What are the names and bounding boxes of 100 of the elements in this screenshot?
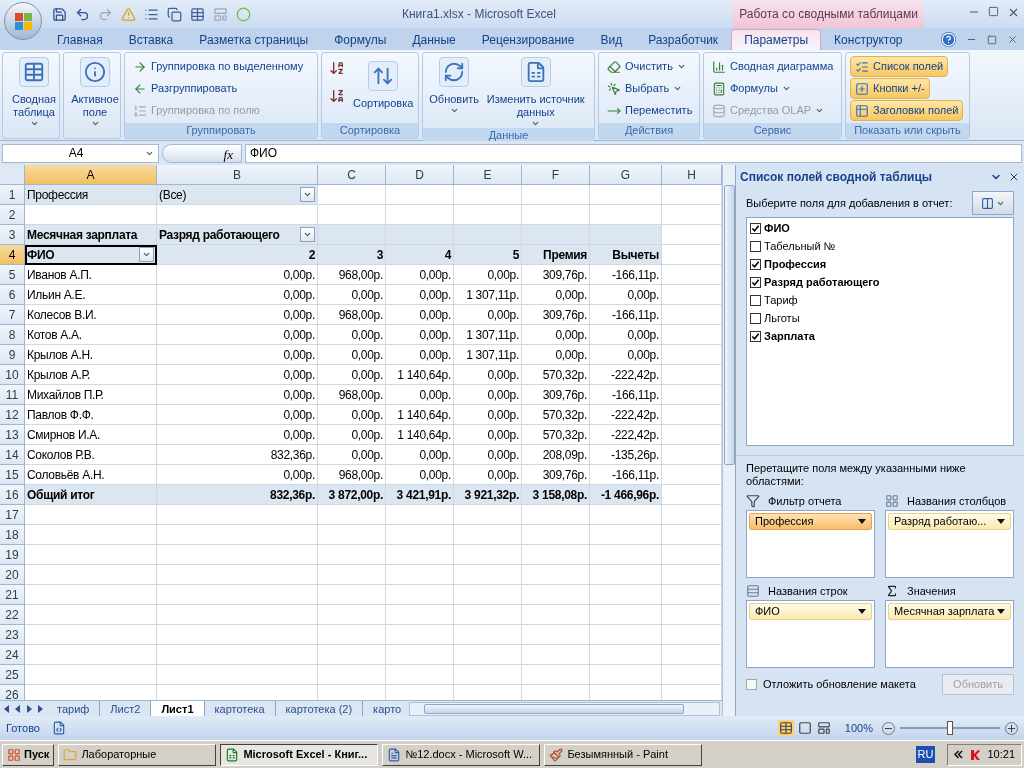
ribbon-button[interactable]: Разгруппировать [129, 78, 242, 99]
taskbar-button[interactable]: Безымянный - Paint [544, 743, 703, 766]
restore-icon[interactable] [987, 34, 997, 45]
toggle-button[interactable]: Кнопки +/- [850, 78, 930, 99]
double-chevron-icon[interactable] [954, 750, 964, 759]
field-chip[interactable]: ФИО [749, 603, 872, 620]
ribbon-button[interactable]: Очистить [603, 56, 690, 77]
row-header[interactable]: 11 [0, 385, 25, 405]
ribbon-button[interactable]: Активное поле [68, 53, 122, 128]
field-item[interactable]: Разряд работающего [750, 273, 1010, 291]
maximize-icon[interactable] [988, 6, 999, 17]
row-header[interactable]: 1 [0, 185, 25, 205]
column-header[interactable]: G [590, 165, 662, 185]
drop-area[interactable]: Профессия [746, 510, 875, 578]
ribbon-tab[interactable]: Данные [399, 29, 469, 50]
row-header[interactable]: 16 [0, 485, 25, 505]
field-item[interactable]: Профессия [750, 255, 1010, 273]
field-chip[interactable]: Разряд работаю... [888, 513, 1011, 530]
ribbon-tab[interactable]: Разметка страницы [186, 29, 322, 50]
page-break-icon[interactable] [815, 720, 832, 736]
ribbon-tab[interactable]: Вставка [115, 29, 187, 50]
vertical-scrollbar[interactable] [722, 165, 735, 716]
start-button[interactable]: Пуск [2, 743, 55, 766]
ribbon-button[interactable]: Сводная диаграмма [708, 56, 838, 77]
office-button[interactable] [4, 2, 42, 40]
dropdown-button[interactable] [139, 247, 154, 262]
column-header[interactable]: F [522, 165, 590, 185]
row-header[interactable]: 17 [0, 505, 25, 525]
toolbar-button[interactable] [188, 5, 206, 23]
row-header[interactable]: 13 [0, 425, 25, 445]
horizontal-scrollbar[interactable] [409, 701, 720, 716]
checkbox[interactable] [750, 330, 761, 342]
ribbon-tab[interactable]: Главная [44, 29, 116, 50]
row-header[interactable]: 12 [0, 405, 25, 425]
drop-area[interactable]: ФИО [746, 600, 875, 668]
toolbar-button[interactable] [50, 5, 68, 23]
row-header[interactable]: 22 [0, 605, 25, 625]
fx-label[interactable]: fx [162, 143, 242, 163]
column-header[interactable]: A [25, 165, 157, 185]
close-icon[interactable] [1007, 34, 1018, 45]
macro-icon[interactable] [51, 721, 66, 735]
field-chip[interactable]: Месячная зарплата [888, 603, 1011, 620]
column-header[interactable]: D [386, 165, 454, 185]
taskbar-button[interactable]: Лабораторные [58, 743, 217, 766]
ribbon-tab[interactable]: Конструктор [821, 29, 916, 50]
row-header[interactable]: 10 [0, 365, 25, 385]
drop-area[interactable]: Разряд работаю... [885, 510, 1014, 578]
field-item[interactable]: Тариф [750, 291, 1010, 309]
ribbon-button[interactable]: Группировка по выделенному [129, 56, 308, 77]
row-header[interactable]: 20 [0, 565, 25, 585]
ribbon-button[interactable]: Формулы [708, 78, 795, 99]
checkbox[interactable] [750, 222, 761, 234]
page-layout-icon[interactable] [796, 720, 813, 736]
dropdown-button[interactable] [300, 187, 315, 202]
zoom-level[interactable]: 100% [844, 719, 873, 737]
column-header[interactable]: B [157, 165, 318, 185]
checkbox[interactable] [750, 240, 761, 252]
checkbox[interactable] [750, 312, 761, 324]
ribbon-tab[interactable]: Формулы [321, 29, 400, 50]
row-header[interactable]: 5 [0, 265, 25, 285]
row-header[interactable]: 2 [0, 205, 25, 225]
checkbox[interactable] [750, 294, 761, 306]
checkbox[interactable] [750, 276, 761, 288]
field-chip[interactable]: Профессия [749, 513, 872, 530]
row-header[interactable]: 24 [0, 645, 25, 665]
ribbon-button[interactable]: Обновить [428, 53, 481, 115]
taskbar-button[interactable]: Microsoft Excel - Книг... [220, 743, 379, 766]
field-item[interactable]: Табельный № [750, 237, 1010, 255]
column-header[interactable]: C [318, 165, 386, 185]
row-header[interactable]: 23 [0, 625, 25, 645]
field-item[interactable]: Льготы [750, 309, 1010, 327]
field-item[interactable]: Зарплата [750, 327, 1010, 345]
help-icon[interactable] [941, 32, 956, 47]
drop-area[interactable]: Месячная зарплата [885, 600, 1014, 668]
ribbon-button[interactable]: Переместить [603, 100, 697, 121]
row-header[interactable]: 18 [0, 525, 25, 545]
slider-thumb[interactable] [947, 721, 953, 735]
row-header[interactable]: 14 [0, 445, 25, 465]
row-header[interactable]: 8 [0, 325, 25, 345]
row-header[interactable]: 9 [0, 345, 25, 365]
ribbon-tab[interactable]: Параметры [731, 29, 822, 50]
toggle-button[interactable]: Список полей [850, 56, 949, 77]
ribbon-button[interactable]: Сортировка [352, 57, 415, 110]
taskbar-button[interactable]: №12.docx - Microsoft W... [382, 743, 541, 766]
layout-button[interactable] [972, 191, 1014, 215]
ribbon-button[interactable]: Выбрать [603, 78, 687, 99]
ribbon-tab[interactable]: Разработчик [635, 29, 732, 50]
zoom-slider[interactable] [900, 721, 1000, 735]
column-header[interactable]: E [454, 165, 522, 185]
row-header[interactable]: 6 [0, 285, 25, 305]
row-header[interactable]: 26 [0, 685, 25, 700]
column-header[interactable]: H [662, 165, 722, 185]
row-header[interactable]: 7 [0, 305, 25, 325]
language-indicator[interactable]: RU [915, 746, 936, 763]
ribbon-tab[interactable]: Рецензирование [468, 29, 588, 50]
row-header[interactable]: 19 [0, 545, 25, 565]
row-header[interactable]: 4 [0, 245, 25, 265]
formula-field[interactable]: ФИО [245, 143, 1022, 163]
ribbon-button[interactable]: Сводная таблица [7, 53, 61, 128]
normal-view-icon[interactable] [777, 720, 794, 736]
